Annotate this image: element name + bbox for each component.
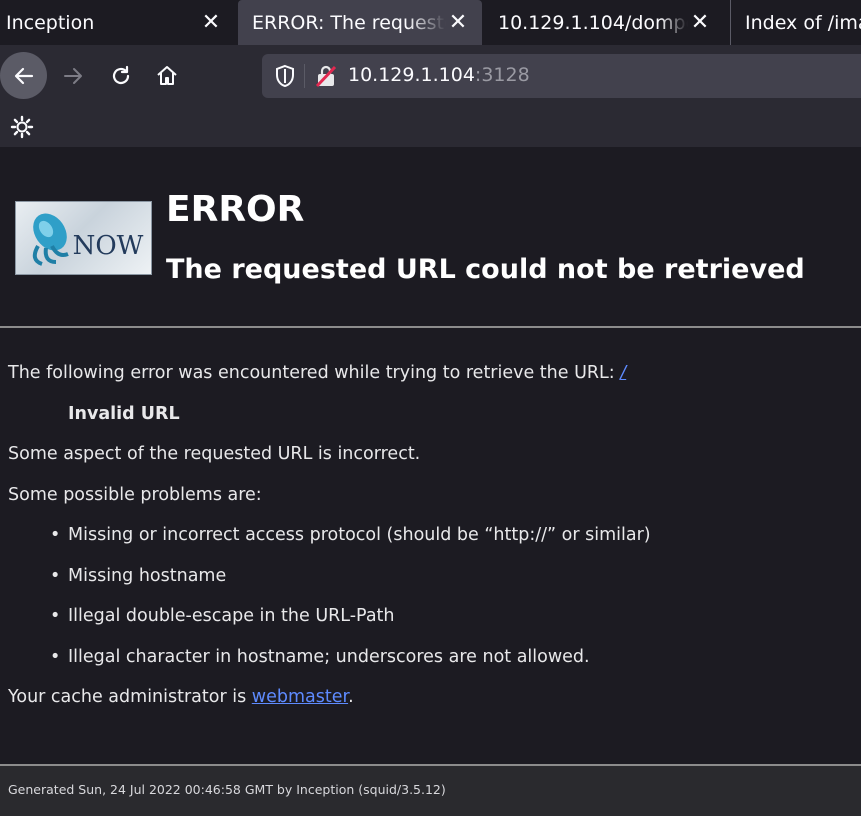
insecure-lock-icon[interactable] [314,64,338,88]
gear-icon[interactable] [10,115,34,139]
error-header: NOW ERROR The requested URL could not be… [0,148,861,326]
url-bar[interactable]: 10.129.1.104:3128 [262,54,861,98]
problems-label: Some possible problems are: [8,485,262,505]
navigation-toolbar: 10.129.1.104:3128 [0,45,861,107]
error-description: Some aspect of the requested URL is inco… [8,444,421,464]
forward-arrow-icon [64,68,82,84]
url-host: 10.129.1.104 [348,64,475,86]
tab-dompdf[interactable]: 10.129.1.104/dompdf ✕ [484,0,724,45]
page-subtitle: The requested URL could not be retrieved [166,254,805,285]
requested-url-link[interactable]: / [620,363,626,383]
page-title: ERROR [166,189,305,230]
reload-button[interactable] [100,55,142,97]
tab-index-of[interactable]: Index of /images [730,0,861,45]
home-button[interactable] [146,55,188,97]
footer-text: Generated Sun, 24 Jul 2022 00:46:58 GMT … [8,782,446,797]
list-item: Missing hostname [50,566,226,586]
webmaster-link[interactable]: webmaster [252,687,348,707]
tab-label: Inception [6,11,95,34]
tab-inception[interactable]: Inception ✕ [0,0,237,45]
error-name: Invalid URL [68,404,180,424]
list-item: Missing or incorrect access protocol (sh… [50,525,651,545]
admin-text: Your cache administrator is [8,687,252,707]
back-arrow-icon [14,67,33,84]
close-icon[interactable]: ✕ [446,10,470,35]
page-content: NOW ERROR The requested URL could not be… [0,148,861,816]
squid-icon: NOW [32,213,144,266]
list-item: Illegal character in hostname; underscor… [50,647,590,667]
url-text[interactable]: 10.129.1.104:3128 [348,64,530,86]
shield-icon[interactable] [274,64,296,88]
tab-label: Index of /images [745,11,861,34]
url-port: :3128 [474,64,530,86]
intro-text: The following error was encountered whil… [8,363,621,383]
header-divider [0,326,861,328]
close-icon[interactable]: ✕ [199,10,223,35]
footer: Generated Sun, 24 Jul 2022 00:46:58 GMT … [0,766,861,816]
squid-logo: NOW [15,201,152,275]
admin-paragraph: Your cache administrator is webmaster. [8,687,354,707]
close-icon[interactable]: ✕ [688,10,712,35]
extensions-row [0,107,861,147]
intro-paragraph: The following error was encountered whil… [8,363,626,383]
url-separator [304,64,305,88]
back-button[interactable] [0,52,47,99]
logo-text: NOW [73,231,144,261]
tab-label: ERROR: The requested URL could not be re… [252,11,446,34]
home-icon [157,66,177,85]
forward-button[interactable] [52,55,94,97]
reload-icon [112,65,130,85]
list-item: Illegal double-escape in the URL-Path [50,606,395,626]
tab-error-active[interactable]: ERROR: The requested URL could not be re… [238,0,482,45]
admin-suffix: . [348,687,354,707]
tab-strip: Inception ✕ ERROR: The requested URL cou… [0,0,861,45]
tab-label: 10.129.1.104/dompdf [498,11,688,34]
